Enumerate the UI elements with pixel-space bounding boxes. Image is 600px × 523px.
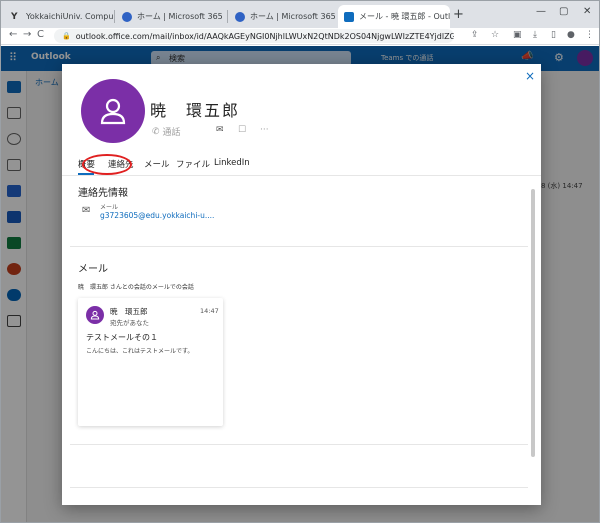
menu-icon[interactable]: ⋮	[585, 30, 594, 40]
mail-section-title: メール	[78, 264, 108, 275]
mail-subject: テストメールその１	[86, 333, 158, 342]
mail-icon: ✉	[82, 205, 91, 216]
close-tab-icon[interactable]: ✕	[336, 12, 337, 22]
recipient-line: 宛先があなた	[110, 319, 149, 327]
new-tab-button[interactable]: +	[453, 7, 464, 22]
phone-icon: ✆	[152, 126, 160, 137]
mail-card[interactable]: 暁 環五郎 14:47 宛先があなた テストメールその１ こんにちは、これはテス…	[78, 298, 223, 426]
highlight-circle	[82, 154, 132, 175]
tab-favicon-icon: Y	[11, 11, 18, 22]
tab-files[interactable]: ファイル	[176, 158, 210, 170]
chat-button[interactable]: ☐	[238, 125, 246, 135]
close-window-icon[interactable]: ✕	[583, 6, 591, 17]
tab-title: ホーム | Microsoft 365	[137, 12, 223, 21]
call-button[interactable]: ✆ 通話	[152, 125, 181, 139]
tab-linkedin[interactable]: LinkedIn	[214, 158, 250, 168]
tab-title: YokkaichiUniv. Computer	[26, 12, 113, 21]
contact-card-dialog: × 暁 環五郎 ✆ 通話 ✉ ☐ ··· 概要 連絡先 メール ファイル Lin…	[62, 64, 541, 505]
url-text: outlook.office.com/mail/inbox/id/AAQkAGE…	[75, 31, 454, 41]
mail-time: 14:47	[200, 307, 219, 315]
forward-button[interactable]: →	[23, 29, 31, 40]
tab-title: メール - 暁 環五郎 - Outl	[359, 12, 450, 21]
chat-icon: ☐	[238, 125, 247, 135]
reload-button[interactable]: C	[37, 29, 44, 40]
tab-selected-underline	[78, 173, 94, 175]
browser-tab-2[interactable]: ホーム | Microsoft 365 ✕	[116, 5, 226, 28]
microsoft365-icon	[235, 11, 245, 22]
mail-icon: ✉	[216, 125, 224, 135]
section-divider	[70, 246, 528, 247]
contact-name: 暁 環五郎	[150, 101, 241, 120]
download-icon[interactable]: ⤓	[533, 30, 537, 40]
section-divider	[70, 444, 528, 445]
email-label: メール	[100, 204, 119, 211]
browser-tab-1[interactable]: Y YokkaichiUniv. Computer ✕	[5, 5, 113, 28]
sender-name: 暁 環五郎	[110, 307, 148, 316]
share-icon[interactable]: ⇪	[471, 30, 479, 40]
bookmark-icon[interactable]: ☆	[491, 30, 499, 40]
contact-info-title: 連絡先情報	[78, 188, 128, 199]
sender-avatar	[86, 306, 104, 324]
section-divider	[70, 487, 528, 488]
tab-mail[interactable]: メール	[144, 158, 170, 170]
extension-icon[interactable]: ▣	[513, 30, 522, 40]
lock-icon: 🔒	[62, 32, 71, 40]
tab-title: ホーム | Microsoft 365	[250, 12, 336, 21]
mail-preview: こんにちは、これはテストメールです。	[86, 348, 194, 355]
back-button[interactable]: ←	[9, 29, 17, 40]
minimize-icon[interactable]: —	[536, 6, 546, 17]
person-icon	[90, 310, 100, 320]
scrollbar[interactable]	[531, 189, 535, 457]
close-icon[interactable]: ×	[525, 69, 535, 83]
send-mail-button[interactable]: ✉	[216, 125, 224, 135]
person-icon	[100, 98, 126, 125]
url-input[interactable]: 🔒 outlook.office.com/mail/inbox/id/AAQkA…	[54, 29, 454, 43]
browser-window: Y YokkaichiUniv. Computer ✕ ホーム | Micros…	[0, 0, 600, 523]
tab-strip: Y YokkaichiUniv. Computer ✕ ホーム | Micros…	[1, 1, 599, 28]
contact-avatar	[81, 79, 145, 143]
browser-tab-3[interactable]: ホーム | Microsoft 365 ✕	[229, 5, 337, 28]
more-button[interactable]: ···	[260, 125, 269, 135]
maximize-icon[interactable]: ▢	[559, 6, 568, 17]
address-bar: ← → C 🔒 outlook.office.com/mail/inbox/id…	[1, 28, 599, 45]
email-link[interactable]: g3723605@edu.yokkaichi-u....	[100, 211, 214, 220]
close-tab-icon[interactable]: ✕	[223, 12, 226, 22]
sidepanel-icon[interactable]: ▯	[551, 30, 556, 40]
microsoft365-icon	[122, 11, 132, 22]
contact-tabs: 概要 連絡先 メール ファイル LinkedIn	[62, 156, 541, 176]
browser-tab-active[interactable]: メール - 暁 環五郎 - Outl ✕	[338, 5, 450, 28]
outlook-icon	[344, 11, 354, 22]
mail-filter-label: 暁 環五郎 さんとの会話のメールでの会話	[78, 284, 194, 291]
profile-icon[interactable]: ●	[567, 30, 575, 40]
